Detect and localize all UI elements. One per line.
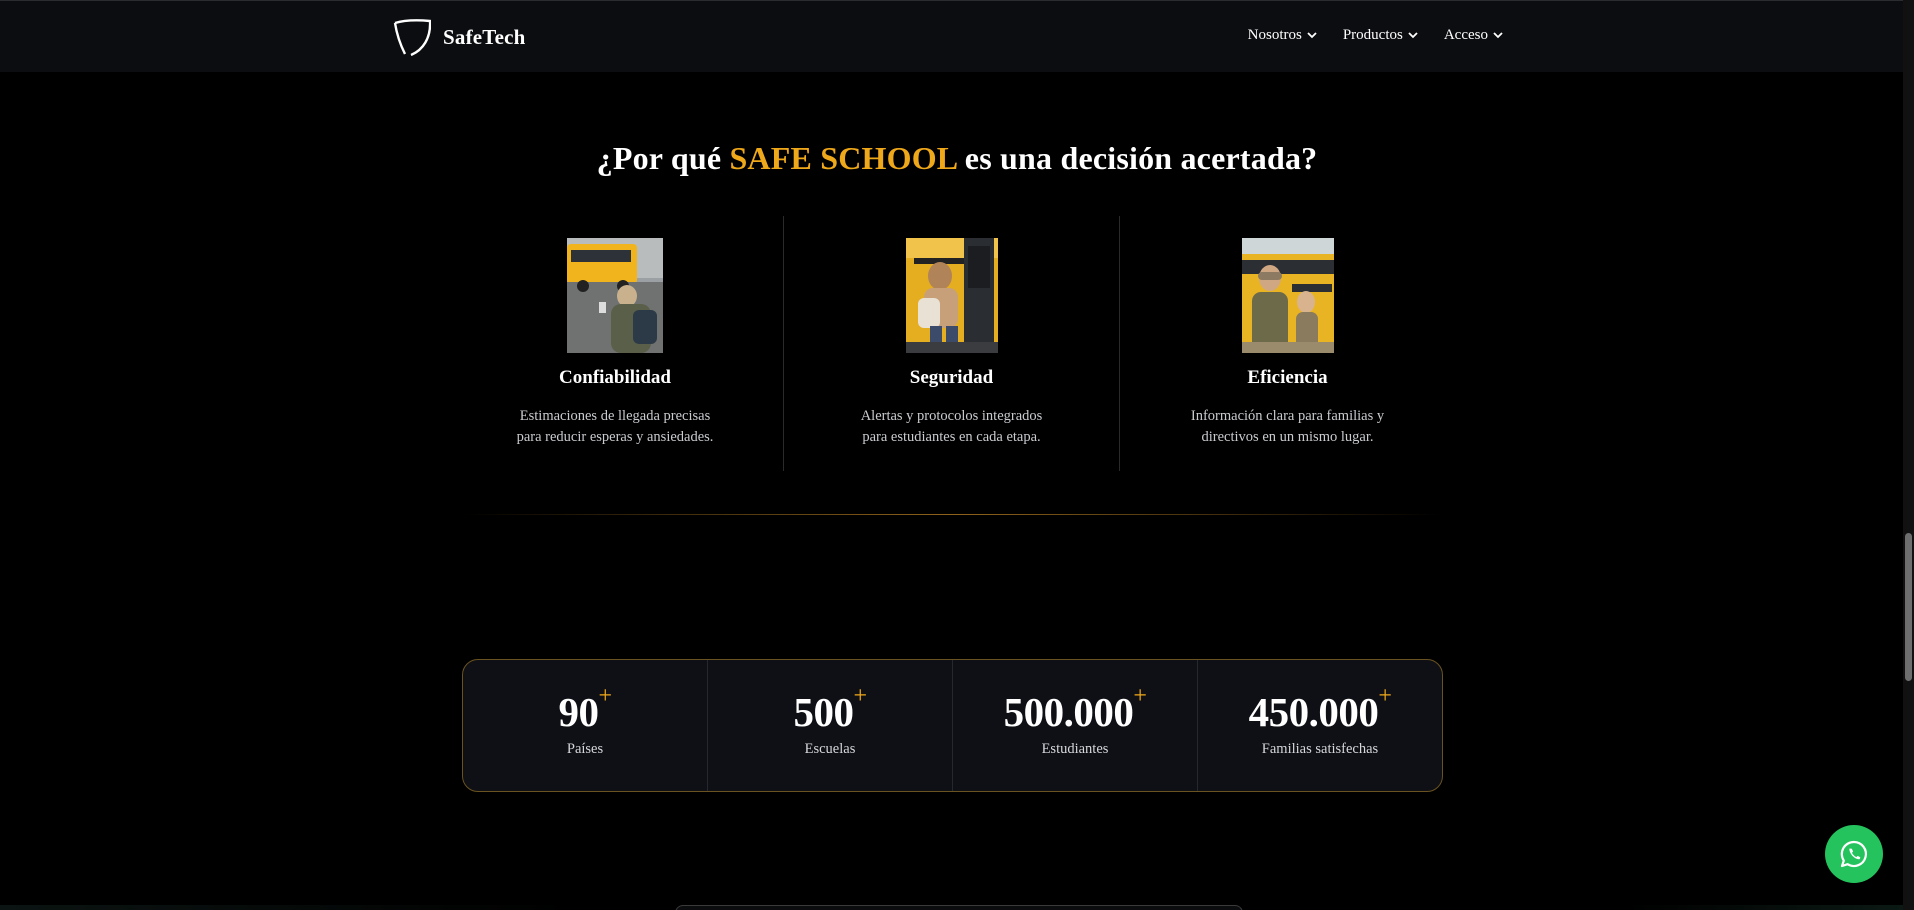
stat-schools: 500+ Escuelas: [707, 660, 952, 791]
stat-families: 450.000+ Familias satisfechas: [1197, 660, 1442, 791]
chevron-down-icon: [1307, 32, 1317, 39]
feature-image: [905, 238, 998, 353]
main-nav: Nosotros Productos Acceso: [1248, 27, 1503, 44]
title-suffix: es una decisión acertada?: [956, 140, 1318, 176]
feature-card-security: Seguridad Alertas y protocolos integrado…: [783, 216, 1119, 471]
brand-name: SafeTech: [443, 24, 526, 49]
feature-image: [567, 238, 663, 353]
title-prefix: ¿Por qué: [596, 140, 730, 176]
next-section-peek: [675, 905, 1243, 910]
stat-number: 500.000: [1003, 689, 1134, 735]
stat-number: 90: [558, 689, 599, 735]
whatsapp-button[interactable]: [1825, 825, 1883, 883]
stat-label: Escuelas: [804, 741, 856, 757]
feature-description: Alertas y protocolos integrados para estu…: [784, 406, 1119, 448]
feature-desc-line2: para reducir esperas y ansiedades.: [516, 429, 714, 445]
nav-label: Acceso: [1443, 27, 1488, 43]
feature-desc-line1: Estimaciones de llegada precisas: [519, 408, 711, 424]
feature-desc-line2: directivos en un mismo lugar.: [1201, 429, 1374, 445]
nav-item-nosotros[interactable]: Nosotros: [1248, 27, 1317, 44]
feature-description: Estimaciones de llegada precisas para red…: [447, 406, 783, 448]
section-title: ¿Por qué SAFE SCHOOL es una decisión ace…: [0, 140, 1914, 177]
stat-number: 450.000: [1248, 689, 1379, 735]
stat-countries: 90+ Países: [463, 660, 707, 791]
top-navbar: SafeTech Nosotros Productos Acceso: [0, 0, 1914, 72]
stat-students: 500.000+ Estudiantes: [952, 660, 1197, 791]
feature-image: [1241, 238, 1334, 353]
stat-plus: +: [853, 683, 867, 709]
stat-value: 500+: [708, 684, 952, 736]
whatsapp-icon: [1840, 840, 1868, 868]
stat-value: 450.000+: [1198, 684, 1442, 736]
stat-plus: +: [598, 683, 612, 709]
chevron-down-icon: [1408, 32, 1418, 39]
section-divider: [462, 514, 1442, 515]
page-scrollbar[interactable]: [1903, 0, 1914, 910]
feature-desc-line2: para estudiantes en cada etapa.: [862, 429, 1041, 445]
scrollbar-thumb[interactable]: [1905, 533, 1912, 681]
title-accent: SAFE SCHOOL: [729, 140, 957, 176]
nav-item-productos[interactable]: Productos: [1343, 27, 1418, 44]
chevron-down-icon: [1493, 32, 1503, 39]
shield-logo-icon: [393, 19, 431, 56]
nav-label: Nosotros: [1247, 27, 1302, 43]
stat-plus: +: [1378, 683, 1392, 709]
feature-title: Confiabilidad: [559, 367, 671, 388]
feature-desc-line1: Información clara para familias y: [1190, 408, 1385, 424]
stats-panel: 90+ Países 500+ Escuelas 500.000+ Estudi…: [462, 659, 1443, 792]
features-row: Confiabilidad Estimaciones de llegada pr…: [447, 216, 1457, 471]
brand[interactable]: SafeTech: [393, 18, 526, 56]
stat-value: 90+: [463, 684, 707, 736]
stat-label: Familias satisfechas: [1261, 741, 1379, 757]
feature-card-reliability: Confiabilidad Estimaciones de llegada pr…: [447, 216, 783, 471]
feature-card-efficiency: Eficiencia Información clara para famili…: [1119, 216, 1455, 471]
feature-desc-line1: Alertas y protocolos integrados: [860, 408, 1043, 424]
stat-plus: +: [1133, 683, 1147, 709]
nav-label: Productos: [1342, 27, 1403, 43]
stat-number: 500: [793, 689, 854, 735]
nav-item-acceso[interactable]: Acceso: [1444, 27, 1503, 44]
feature-title: Eficiencia: [1247, 367, 1328, 388]
feature-title: Seguridad: [909, 367, 994, 388]
stat-value: 500.000+: [953, 684, 1197, 736]
stat-label: Países: [566, 741, 604, 757]
stat-label: Estudiantes: [1041, 741, 1109, 757]
feature-description: Información clara para familias y directi…: [1120, 406, 1455, 448]
